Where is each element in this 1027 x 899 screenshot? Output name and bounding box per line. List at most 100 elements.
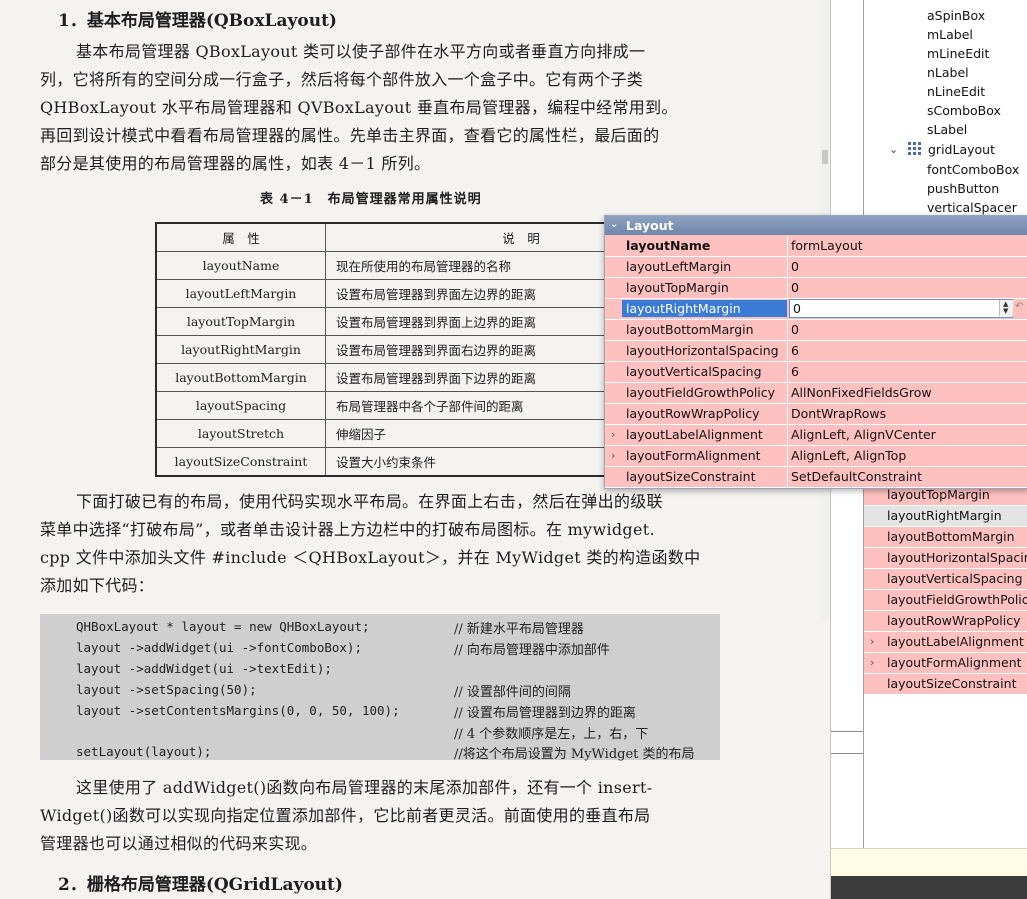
paragraph-line: 管理器也可以通过相似的代码来实现。	[40, 834, 318, 853]
property-row[interactable]: layoutVerticalSpacing	[864, 569, 1027, 590]
popup-property-row[interactable]: layoutFieldGrowthPolicy AllNonFixedField…	[605, 383, 1027, 404]
popup-property-row[interactable]: layoutLeftMargin 0	[605, 257, 1027, 278]
property-name: layoutRowWrapPolicy	[887, 613, 1021, 628]
column-divider	[787, 404, 788, 424]
chevron-down-icon[interactable]: ⌄	[610, 219, 618, 230]
property-row[interactable]: layoutRightMargin	[864, 506, 1027, 527]
property-value[interactable]: 0	[791, 259, 799, 274]
property-name: layoutRowWrapPolicy	[626, 406, 760, 421]
paragraph-line: Widget()函数可以实现向指定位置添加部件，它比前者更灵活。前面使用的垂直布…	[40, 806, 651, 825]
popup-property-row-selected[interactable]: layoutRightMargin 0 ▲ ▼ ↶	[605, 299, 1027, 320]
paragraph-line: 列，它将所有的空间分成一行盒子，然后将每个部件放入一个盒子中。它有两个子类	[40, 70, 644, 89]
property-value[interactable]: 6	[791, 364, 799, 379]
section-heading-1: 1．基本布局管理器(QBoxLayout)	[58, 11, 337, 31]
popup-property-row[interactable]: layoutBottomMargin 0	[605, 320, 1027, 341]
property-row[interactable]: › layoutFormAlignment	[864, 653, 1027, 674]
tree-item[interactable]: pushButton	[927, 181, 999, 196]
column-divider	[787, 278, 788, 298]
paragraph-line: 基本布局管理器 QBoxLayout 类可以使子部件在水平方向或者垂直方向排成一	[76, 42, 646, 61]
tree-item[interactable]: sComboBox	[927, 103, 1001, 118]
tree-item-grid-layout[interactable]: gridLayout	[928, 142, 995, 157]
popup-property-row[interactable]: layoutName formLayout	[605, 236, 1027, 257]
popup-property-row[interactable]: › layoutLabelAlignment AlignLeft, AlignV…	[605, 425, 1027, 446]
paragraph-line: 再回到设计模式中看看布局管理器的属性。先单击主界面，查看它的属性栏，最后面的	[40, 126, 660, 145]
property-value[interactable]: formLayout	[791, 238, 863, 253]
chevron-right-icon[interactable]: ›	[870, 635, 874, 648]
column-divider	[787, 257, 788, 277]
spin-down-icon[interactable]: ▼	[1003, 308, 1008, 315]
table-header-cell: 属 性	[155, 222, 326, 252]
spinbox-input[interactable]: 0	[789, 299, 1013, 318]
property-row[interactable]: layoutRowWrapPolicy	[864, 611, 1027, 632]
property-name: layoutSizeConstraint	[626, 469, 756, 484]
code-comment: // 4 个参数顺序是左，上，右，下	[454, 727, 649, 742]
scrollbar-thumb[interactable]	[822, 150, 828, 164]
paragraph-line: 下面打破已有的布局，使用代码实现水平布局。在界面上右击，然后在弹出的级联	[76, 492, 663, 511]
code-line: layout ->addWidget(ui ->textEdit);	[76, 661, 332, 676]
tree-item[interactable]: sLabel	[927, 122, 967, 137]
property-value[interactable]: AlignLeft, AlignVCenter	[791, 427, 936, 442]
taskbar-strip	[831, 876, 1027, 899]
chevron-right-icon[interactable]: ›	[870, 656, 874, 669]
column-divider	[787, 362, 788, 382]
table-cell-property: layoutSpacing	[155, 391, 326, 420]
property-row[interactable]: layoutHorizontalSpacing	[864, 548, 1027, 569]
code-comment: // 设置部件间的间隔	[454, 685, 571, 700]
tree-item[interactable]: aSpinBox	[927, 8, 985, 23]
paragraph-2: 下面打破已有的布局，使用代码实现水平布局。在界面上右击，然后在弹出的级联 菜单中…	[40, 488, 720, 600]
tree-item[interactable]: verticalSpacer	[927, 200, 1017, 215]
property-row[interactable]: layoutSizeConstraint	[864, 674, 1027, 695]
property-row[interactable]: › layoutLabelAlignment	[864, 632, 1027, 653]
chevron-down-icon[interactable]: ⌄	[889, 143, 898, 156]
popup-property-row[interactable]: layoutVerticalSpacing 6	[605, 362, 1027, 383]
property-name: layoutVerticalSpacing	[626, 364, 762, 379]
property-name: layoutTopMargin	[887, 487, 990, 502]
property-row[interactable]: layoutFieldGrowthPolicy	[864, 590, 1027, 611]
property-value[interactable]: 0	[791, 280, 799, 295]
grid-layout-icon	[908, 142, 921, 155]
table-cell-property: layoutRightMargin	[155, 335, 326, 364]
property-name: layoutFieldGrowthPolicy	[887, 592, 1027, 607]
chevron-right-icon[interactable]: ›	[611, 449, 615, 462]
code-line: layout ->addWidget(ui ->fontComboBox);	[76, 640, 362, 655]
property-value[interactable]: SetDefaultConstraint	[791, 469, 922, 484]
property-name: layoutBottomMargin	[887, 529, 1015, 544]
table-cell-property: layoutBottomMargin	[155, 363, 326, 392]
popup-header[interactable]: ⌄ Layout	[605, 216, 1027, 235]
tree-item[interactable]: nLabel	[927, 65, 969, 80]
chevron-right-icon[interactable]: ›	[611, 428, 615, 441]
code-line: layout ->setContentsMargins(0, 0, 50, 10…	[76, 703, 400, 718]
tree-item[interactable]: mLineEdit	[927, 46, 989, 61]
column-divider	[787, 236, 788, 256]
popup-property-row[interactable]: › layoutFormAlignment AlignLeft, AlignTo…	[605, 446, 1027, 467]
property-value[interactable]: DontWrapRows	[791, 406, 886, 421]
column-divider	[787, 467, 788, 487]
table-cell-property: layoutName	[155, 251, 326, 280]
column-divider	[787, 446, 788, 466]
property-name: layoutTopMargin	[626, 280, 729, 295]
popup-property-row[interactable]: layoutSizeConstraint SetDefaultConstrain…	[605, 467, 1027, 488]
spin-buttons[interactable]: ▲ ▼	[999, 300, 1013, 316]
tree-item[interactable]: mLabel	[927, 27, 973, 42]
popup-property-row[interactable]: layoutRowWrapPolicy DontWrapRows	[605, 404, 1027, 425]
property-value[interactable]: 6	[791, 343, 799, 358]
tree-item[interactable]: fontComboBox	[927, 162, 1019, 177]
property-name: layoutBottomMargin	[626, 322, 754, 337]
property-name: layoutHorizontalSpacing	[887, 550, 1027, 565]
property-value[interactable]: AllNonFixedFieldsGrow	[791, 385, 932, 400]
property-value[interactable]: 0	[791, 322, 799, 337]
divider	[831, 731, 863, 732]
popup-title: Layout	[626, 218, 674, 233]
property-name: layoutHorizontalSpacing	[626, 343, 779, 358]
table-cell-property: layoutTopMargin	[155, 307, 326, 336]
popup-property-row[interactable]: layoutHorizontalSpacing 6	[605, 341, 1027, 362]
property-name: layoutLabelAlignment	[626, 427, 763, 442]
paragraph-line: 这里使用了 addWidget()函数向布局管理器的末尾添加部件，还有一个 in…	[76, 778, 653, 797]
popup-property-row[interactable]: layoutTopMargin 0	[605, 278, 1027, 299]
column-divider	[787, 320, 788, 340]
property-value[interactable]: AlignLeft, AlignTop	[791, 448, 906, 463]
property-name: layoutLabelAlignment	[887, 634, 1024, 649]
tree-item[interactable]: nLineEdit	[927, 84, 985, 99]
property-row[interactable]: layoutBottomMargin	[864, 527, 1027, 548]
reset-icon[interactable]: ↶	[1015, 301, 1023, 312]
